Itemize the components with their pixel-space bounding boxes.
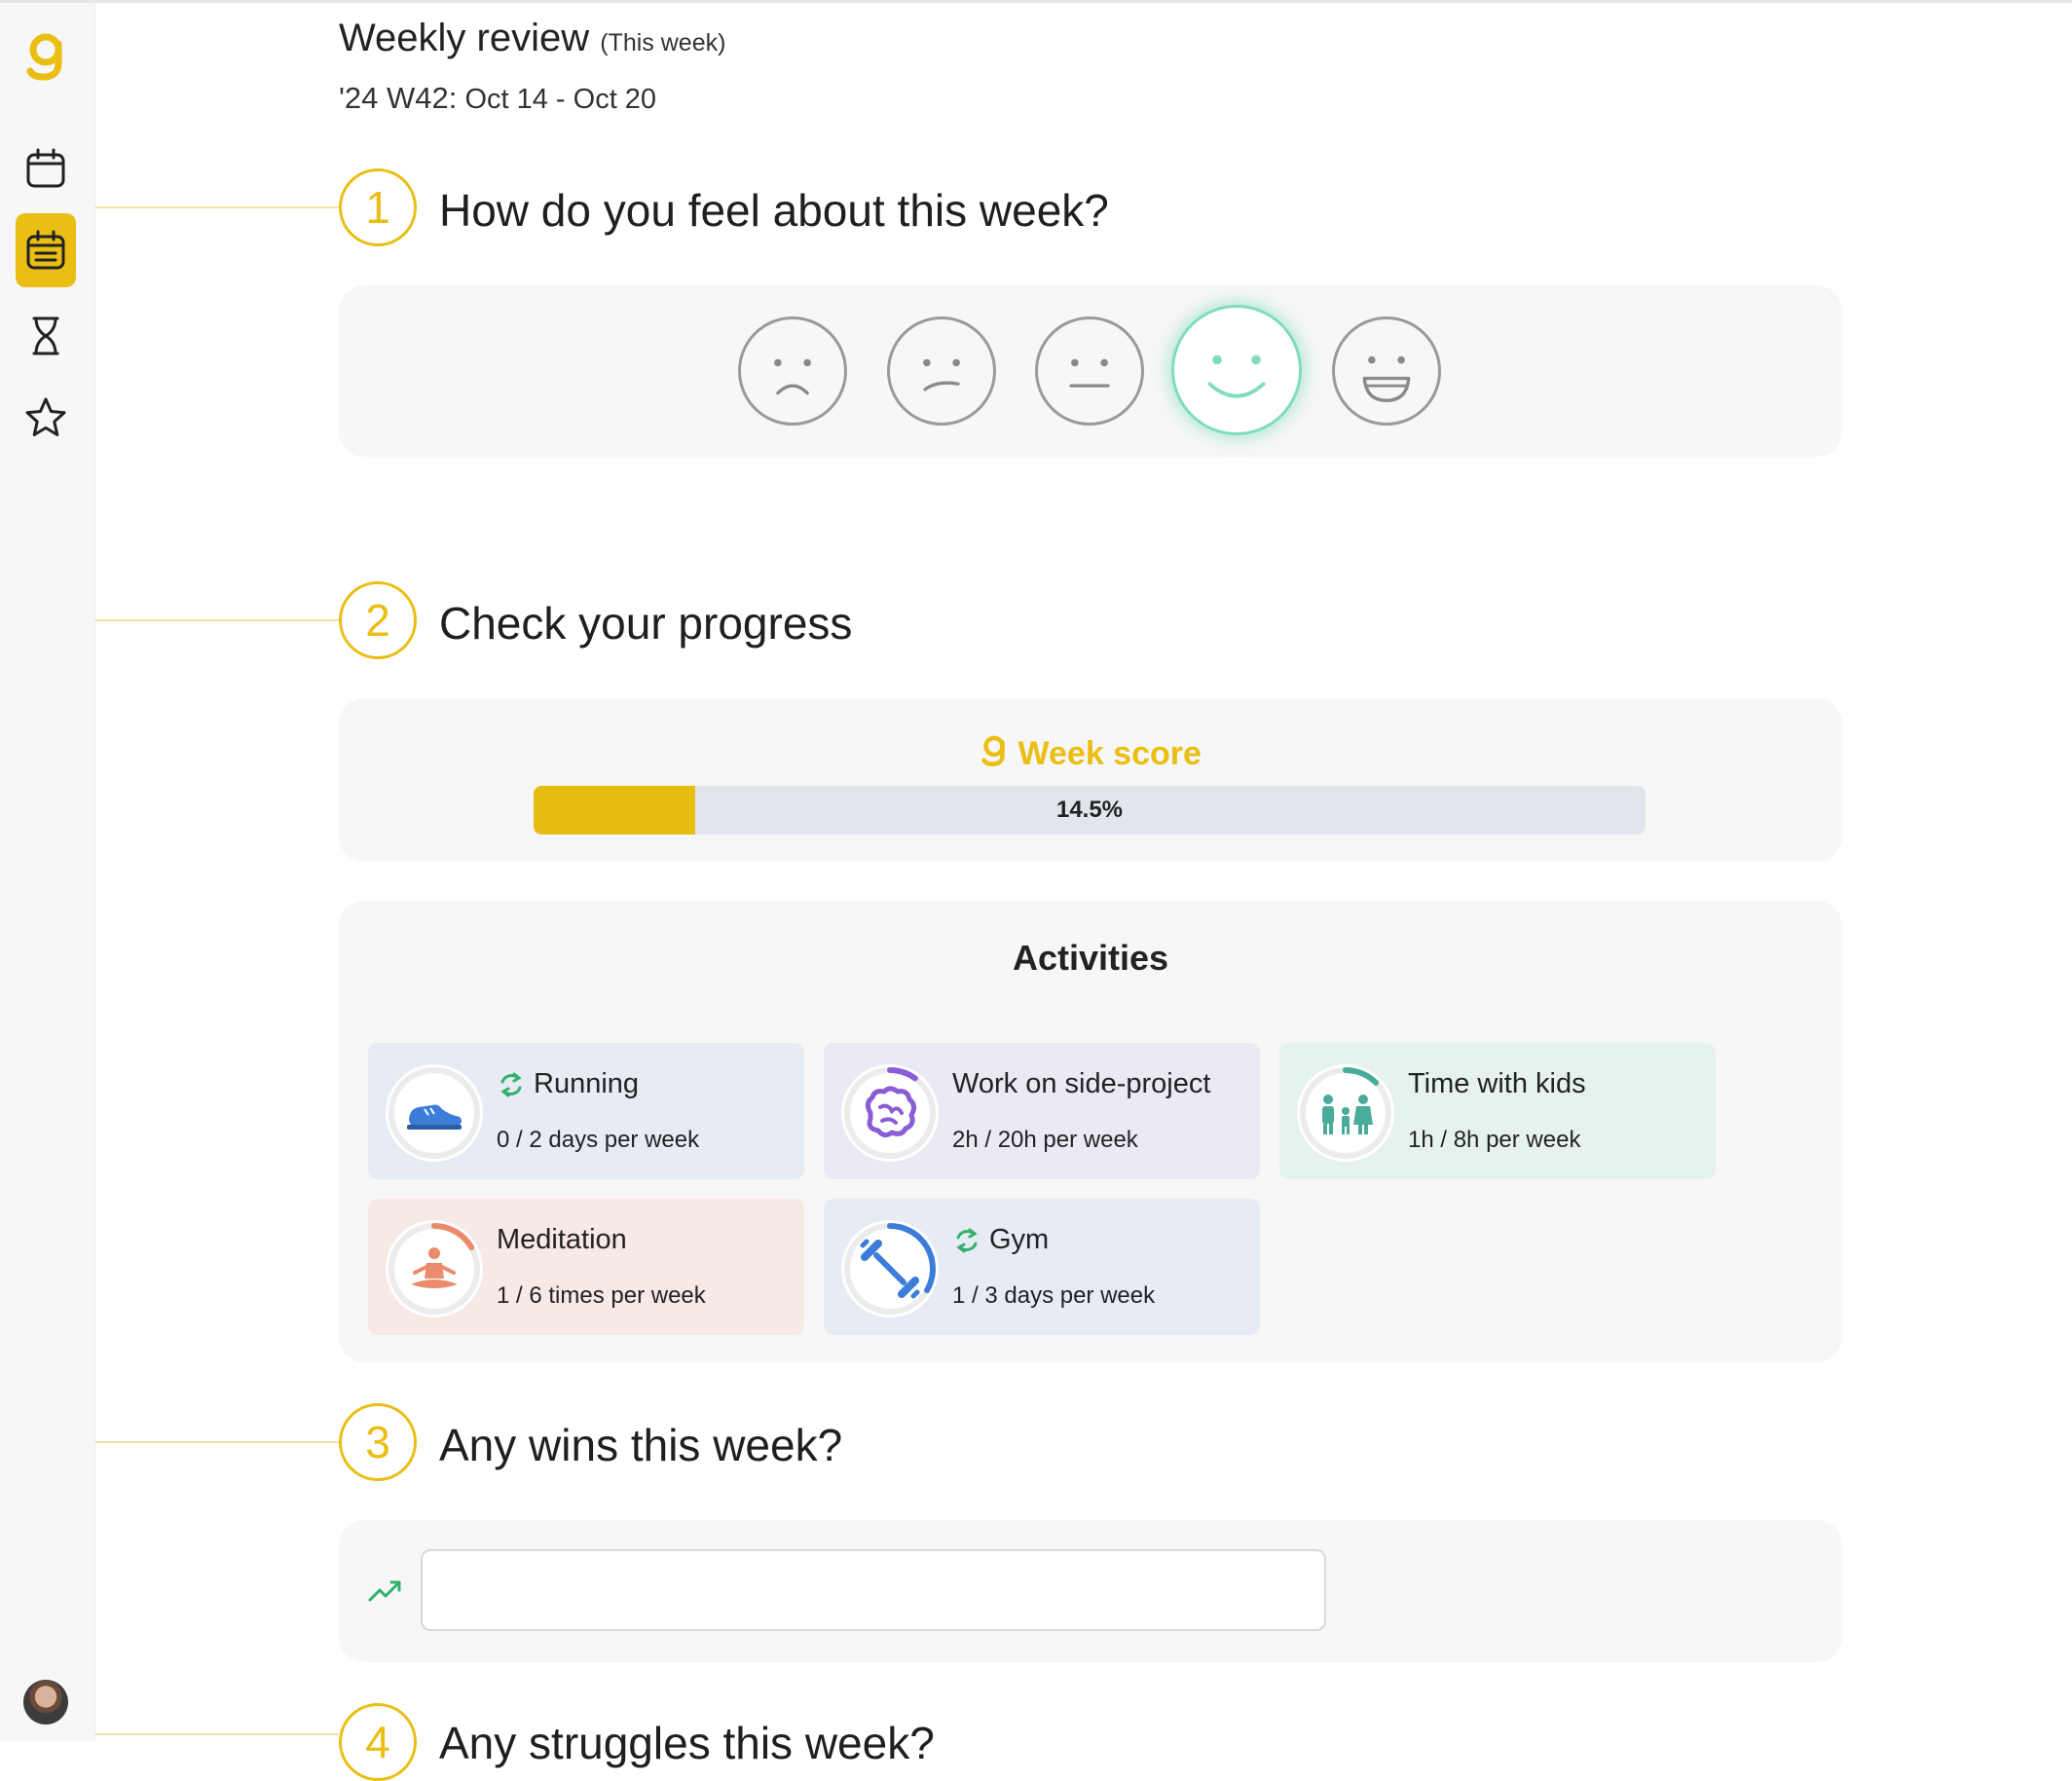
sidebar-item-weekly-review[interactable] <box>16 213 76 287</box>
activity-card-meditation[interactable]: Meditation 1 / 6 times per week <box>368 1199 804 1335</box>
activity-name-text: Running <box>534 1068 640 1099</box>
sidebar-item-timer[interactable] <box>16 299 76 373</box>
hourglass-icon <box>32 316 59 355</box>
calendar-list-icon <box>26 230 65 270</box>
step-connector <box>95 1733 339 1735</box>
week-score-value: 14.5% <box>1055 797 1124 823</box>
brain-icon <box>865 1086 917 1138</box>
page-title-text: Weekly review <box>339 17 590 59</box>
page-title: Weekly review (This week) <box>339 17 725 60</box>
step-connector <box>95 1441 339 1443</box>
activity-goal: 2h / 20h per week <box>952 1127 1138 1153</box>
wins-panel <box>339 1520 1842 1662</box>
activity-card-running[interactable]: Running 0 / 2 days per week <box>368 1043 804 1179</box>
step-title-progress: Check your progress <box>439 598 853 649</box>
sidebar-item-calendar[interactable] <box>16 131 76 205</box>
activity-goal: 1h / 8h per week <box>1408 1127 1581 1153</box>
calendar-icon <box>26 148 65 188</box>
activities-panel: Activities Running 0 / 2 days per week W… <box>339 901 1842 1362</box>
activity-name: Gym <box>952 1224 1049 1256</box>
activity-goal: 0 / 2 days per week <box>497 1127 700 1153</box>
date-range: Oct 14 - Oct 20 <box>464 84 657 115</box>
recurring-icon <box>956 1228 978 1252</box>
activity-card-time-with-kids[interactable]: Time with kids 1h / 8h per week <box>1279 1043 1716 1179</box>
smile-face-icon[interactable] <box>1171 305 1302 435</box>
week-code: '24 W42: <box>339 81 458 115</box>
step-number-1: 1 <box>339 168 417 246</box>
activities-title: Activities <box>1012 938 1169 978</box>
activity-goal: 1 / 3 days per week <box>952 1282 1156 1309</box>
activity-name-text: Gym <box>989 1224 1050 1255</box>
activity-name: Time with kids <box>1408 1068 1586 1099</box>
neutral-face-icon[interactable] <box>1035 316 1144 426</box>
grin-face-icon[interactable] <box>1332 316 1441 426</box>
gooals-logo-icon <box>981 735 1005 766</box>
step-number-3: 3 <box>339 1403 417 1481</box>
sad-face-icon[interactable] <box>887 316 996 426</box>
activity-name: Running <box>497 1068 639 1100</box>
dumbbell-icon <box>860 1239 920 1299</box>
very-sad-face-icon[interactable] <box>738 316 847 426</box>
activity-goal: 1 / 6 times per week <box>497 1282 706 1309</box>
week-score-heading: Week score <box>339 733 1842 773</box>
family-icon <box>1322 1095 1373 1134</box>
week-score-bar: 14.5% <box>534 786 1646 835</box>
main-content: Weekly review (This week) '24 W42: Oct 1… <box>95 3 2072 1781</box>
sidebar <box>0 3 95 1741</box>
week-range: '24 W42: Oct 14 - Oct 20 <box>339 81 656 116</box>
step-number-2: 2 <box>339 581 417 659</box>
trending-up-icon <box>368 1580 401 1602</box>
step-title-feelings: How do you feel about this week? <box>439 185 1109 236</box>
activity-progress-ring <box>386 1064 483 1162</box>
step-connector <box>95 619 339 621</box>
meditation-icon <box>411 1247 458 1288</box>
sidebar-item-favorites[interactable] <box>16 381 76 455</box>
activity-card-side-project[interactable]: Work on side-project 2h / 20h per week <box>824 1043 1260 1179</box>
gooals-logo-icon[interactable] <box>23 30 68 83</box>
step-connector <box>95 206 339 208</box>
sneaker-icon <box>407 1104 462 1130</box>
activity-progress-ring <box>841 1220 939 1317</box>
activity-card-gym[interactable]: Gym 1 / 3 days per week <box>824 1199 1260 1335</box>
activity-progress-ring <box>386 1220 483 1317</box>
page-title-note: (This week) <box>600 29 726 56</box>
activity-name: Meditation <box>497 1224 627 1255</box>
wins-input[interactable] <box>421 1549 1326 1631</box>
activity-name: Work on side-project <box>952 1068 1211 1099</box>
step-title-wins: Any wins this week? <box>439 1420 843 1470</box>
activity-progress-ring <box>841 1064 939 1162</box>
user-avatar[interactable] <box>23 1680 68 1725</box>
week-score-panel: Week score 14.5% <box>339 698 1842 862</box>
recurring-icon <box>500 1072 522 1096</box>
step-title-struggles: Any struggles this week? <box>439 1718 935 1768</box>
mood-panel <box>339 285 1842 457</box>
activity-progress-ring <box>1297 1064 1394 1162</box>
step-number-4: 4 <box>339 1703 417 1781</box>
week-score-label: Week score <box>1018 735 1202 772</box>
star-icon <box>25 397 66 436</box>
